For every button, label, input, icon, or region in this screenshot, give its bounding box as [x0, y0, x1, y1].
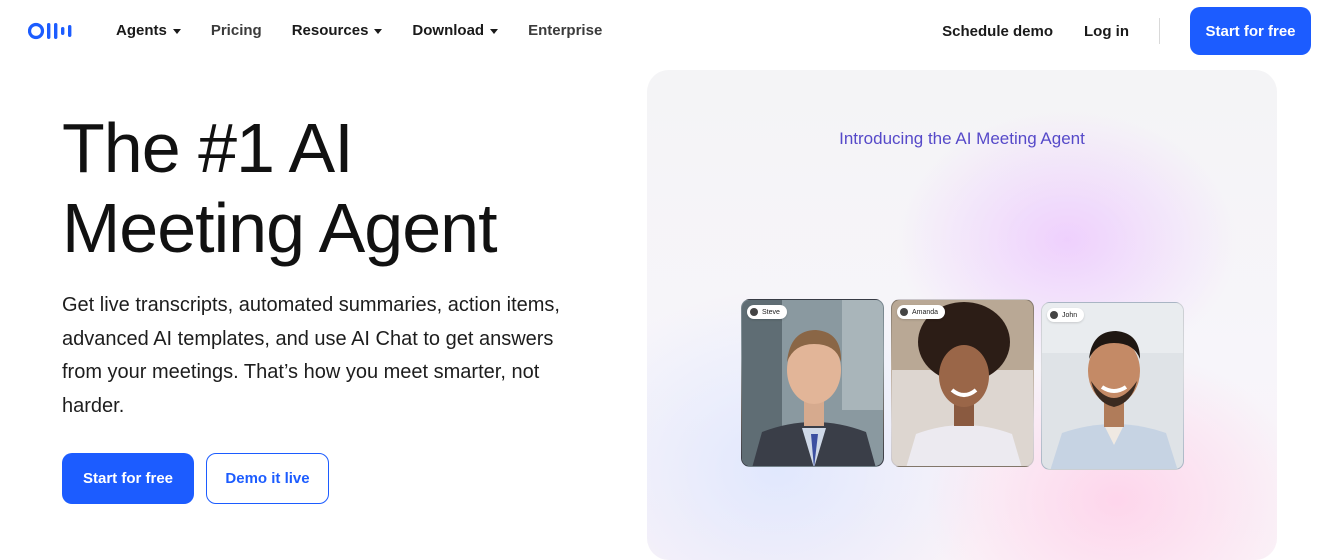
participant-photo: [742, 300, 883, 466]
participant-photo: [892, 300, 1033, 466]
participant-name: Steve: [762, 308, 780, 316]
nav-item-resources[interactable]: Resources: [292, 22, 383, 39]
nav-actions: Schedule demo Log in Start for free: [942, 7, 1311, 55]
otter-logo-icon[interactable]: [28, 20, 82, 42]
participant-name-tag: Steve: [747, 305, 787, 319]
participant-name-tag: Amanda: [897, 305, 946, 319]
nav-item-download[interactable]: Download: [412, 21, 499, 39]
avatar-icon: [900, 308, 908, 316]
chevron-down-icon: [490, 28, 499, 34]
hero-description: Get live transcripts, automated summarie…: [62, 294, 560, 417]
start-for-free-button[interactable]: Start for free: [1190, 7, 1311, 55]
participant-name: John: [1062, 311, 1078, 319]
nav-item-enterprise[interactable]: Enterprise: [528, 22, 602, 39]
hero-title: The #1 AI Meeting Agent: [62, 108, 622, 268]
log-in-link[interactable]: Log in: [1084, 23, 1129, 40]
chevron-down-icon: [172, 28, 181, 34]
nav-item-pricing[interactable]: Pricing: [211, 22, 262, 39]
top-navigation: Agents Pricing Resources Download Enterp…: [0, 0, 1331, 60]
participant-name-tag: John: [1047, 308, 1085, 322]
nav-item-label: Enterprise: [528, 21, 603, 39]
nav-item-label: Resources: [291, 21, 369, 39]
demo-it-live-button[interactable]: Demo it live: [206, 453, 329, 504]
participant-video-tile: John: [1041, 302, 1184, 470]
hero-start-for-free-button[interactable]: Start for free: [62, 453, 194, 504]
participant-photo: [1042, 303, 1183, 469]
avatar-icon: [750, 308, 758, 316]
nav-item-agents[interactable]: Agents: [116, 22, 181, 39]
hero-title-line: The #1 AI: [62, 109, 354, 187]
nav-item-label: Download: [412, 21, 485, 39]
participant-video-tile: Steve: [741, 299, 884, 467]
avatar-icon: [1050, 311, 1058, 319]
nav-links: Agents Pricing Resources Download Enterp…: [116, 19, 602, 41]
media-heading: Introducing the AI Meeting Agent: [839, 129, 1085, 148]
nav-item-label: Agents: [116, 21, 167, 39]
schedule-demo-link[interactable]: Schedule demo: [942, 23, 1053, 40]
hero-actions: Start for free Demo it live: [62, 453, 329, 504]
chevron-down-icon: [374, 28, 383, 34]
participant-video-tile: Amanda: [891, 299, 1034, 467]
nav-divider: [1159, 18, 1160, 44]
hero-title-line: Meeting Agent: [62, 189, 498, 267]
nav-item-label: Pricing: [210, 21, 262, 39]
meeting-agent-video-card[interactable]: Introducing the AI Meeting Agent Steve A…: [647, 70, 1277, 560]
participant-name: Amanda: [912, 308, 939, 316]
